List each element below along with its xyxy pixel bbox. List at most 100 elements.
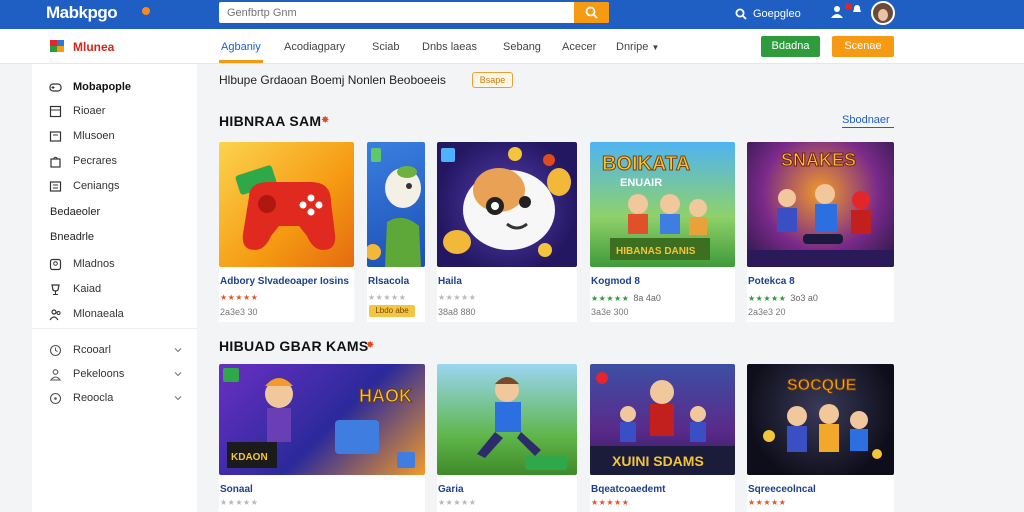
game-thumbnail[interactable] xyxy=(437,364,577,475)
user-alert-icon[interactable] xyxy=(830,5,844,19)
orange-button[interactable]: Scenae xyxy=(832,36,894,57)
chevron-down-icon[interactable] xyxy=(174,394,182,402)
star-rating: ★★★★★ xyxy=(438,498,476,507)
search-icon xyxy=(735,8,747,20)
sidebar-divider xyxy=(32,328,197,329)
download-count: 38a8 880 xyxy=(438,307,476,317)
nav-item-7[interactable]: Dnripe ▼ xyxy=(616,41,659,53)
game-thumbnail[interactable] xyxy=(219,142,354,267)
game-title[interactable]: Potekca 8 xyxy=(748,276,795,287)
site-logo[interactable]: Mabkpgo xyxy=(46,3,118,23)
list-icon xyxy=(49,180,62,192)
rating-count: 8a 4a0 xyxy=(633,293,661,303)
sidebar-item-7[interactable]: Kaiad xyxy=(49,281,101,297)
avatar[interactable] xyxy=(871,1,895,25)
tag-badge: Lbdo abe xyxy=(369,305,415,317)
game-card[interactable]: SNAKES Potekca 8 ★★★★★ 3o3 a0 2a3e3 20 xyxy=(747,142,894,322)
svg-text:ENUAIR: ENUAIR xyxy=(620,177,662,189)
game-thumbnail[interactable]: BOIKATA ENUAIR HIBANAS DANIS xyxy=(590,142,735,267)
top-link-group[interactable]: Goepgleo xyxy=(735,5,801,23)
sidebar-item-4[interactable]: Pecrares xyxy=(49,153,117,169)
game-title[interactable]: Rlsacola xyxy=(368,276,409,287)
game-thumbnail[interactable]: SOCQUE xyxy=(747,364,894,475)
game-title[interactable]: Garia xyxy=(438,484,464,495)
sidebar-item-11[interactable]: Reoocla xyxy=(49,390,113,406)
game-card[interactable]: SOCQUE Sqreeceolncal ★★★★★ xyxy=(747,364,894,512)
flame-icon: ✸ xyxy=(321,115,330,126)
game-card[interactable]: HAOK KDAON Sonaal ★★★★★ xyxy=(219,364,425,512)
sidebar-item-10[interactable]: Pekeloons xyxy=(49,366,124,382)
stars: ★★★★★ xyxy=(368,293,407,302)
folder-icon xyxy=(49,130,62,142)
stars: ★★★★★ xyxy=(438,293,477,302)
sidebar-heading-2[interactable]: Bneadrle xyxy=(50,231,94,243)
sidebar-item-label: Pekeloons xyxy=(73,368,125,380)
chevron-down-icon[interactable] xyxy=(174,370,182,378)
stars: ★★★★★ xyxy=(591,498,630,507)
game-card[interactable]: XUINI SDAMS Bqeatcoaedemt ★★★★★ xyxy=(590,364,735,512)
download-count: 2a3e3 20 xyxy=(748,307,786,317)
chevron-down-icon: ▼ xyxy=(651,43,660,52)
game-thumbnail[interactable] xyxy=(437,142,577,267)
filter-bar[interactable]: Hlbupe Grdaoan Boemj Nonlen Beoboeeis xyxy=(219,73,446,87)
sidebar-item-6[interactable]: Mladnos xyxy=(49,256,115,272)
user-icon xyxy=(49,368,62,381)
filter-tag[interactable]: Bsape xyxy=(472,72,513,88)
chevron-down-icon[interactable] xyxy=(174,346,182,354)
nav-item-2[interactable]: Acodiagpary xyxy=(284,41,345,53)
battle-scene-icon: SNAKES xyxy=(747,150,894,267)
brand-name[interactable]: Mlunea xyxy=(73,40,114,54)
trophy-icon xyxy=(51,283,60,295)
game-card[interactable]: BOIKATA ENUAIR HIBANAS DANIS Kogmod 8 ★★… xyxy=(590,142,735,322)
grid-icon xyxy=(49,105,62,117)
search-button[interactable] xyxy=(574,2,609,23)
game-title[interactable]: Haila xyxy=(438,276,462,287)
game-title[interactable]: Adbory Slvadeoaper Iosins xyxy=(220,276,349,287)
green-button[interactable]: Bdadna xyxy=(761,36,820,57)
bell-icon[interactable] xyxy=(852,4,862,14)
game-title[interactable]: Sonaal xyxy=(220,484,253,495)
nav-item-3[interactable]: Sciab xyxy=(372,41,400,53)
sidebar-item-8[interactable]: Mlonaeala xyxy=(49,306,124,322)
download-count: 3a3e 300 xyxy=(591,307,629,317)
sidebar: Mobapople Rioaer Mlusoen Pecrares Cenian… xyxy=(32,64,197,512)
game-title[interactable]: Bqeatcoaedemt xyxy=(591,484,665,495)
search-icon xyxy=(585,6,598,19)
sidebar-item-9[interactable]: Rcooarl xyxy=(49,342,111,358)
nav-item-4[interactable]: Dnbs laeas xyxy=(422,41,477,53)
game-thumbnail[interactable] xyxy=(367,142,425,267)
stars: ★★★★★ xyxy=(220,498,259,507)
game-title[interactable]: Sqreeceolncal xyxy=(748,484,816,495)
game-card[interactable]: Adbory Slvadeoaper Iosins ★★★★★ 2a3e3 30 xyxy=(219,142,354,322)
sidebar-item-5[interactable]: Ceniangs xyxy=(49,178,119,194)
person-icon xyxy=(49,258,62,270)
game-card[interactable]: Rlsacola ★★★★★ Lbdo abe xyxy=(367,142,425,322)
nav-item-1[interactable]: Agbaniy xyxy=(221,41,261,53)
game-card[interactable]: Garia ★★★★★ xyxy=(437,364,577,512)
clock-icon xyxy=(49,344,62,356)
svg-text:KDAON: KDAON xyxy=(231,452,268,463)
top-link[interactable]: Goepgleo xyxy=(753,8,801,20)
rating-count: 3o3 a0 xyxy=(790,293,818,303)
people-icon xyxy=(49,308,61,320)
sidebar-item-1[interactable]: Mobapople xyxy=(49,79,131,95)
sidebar-item-label: Pecrares xyxy=(73,155,118,167)
mascot-icon xyxy=(441,147,571,257)
sidebar-heading-1[interactable]: Bedaeoler xyxy=(50,206,100,218)
nav-item-6[interactable]: Acecer xyxy=(562,41,596,53)
sidebar-item-3[interactable]: Mlusoen xyxy=(49,128,115,144)
sidebar-item-label: Mobapople xyxy=(73,81,132,93)
sidebar-item-label: Kaiad xyxy=(73,283,102,295)
brand-icon xyxy=(50,40,64,52)
game-thumbnail[interactable]: XUINI SDAMS xyxy=(590,364,735,475)
game-thumbnail[interactable]: SNAKES xyxy=(747,142,894,267)
see-all-link[interactable]: Sbodnaer xyxy=(842,114,890,126)
search-input[interactable] xyxy=(219,2,574,23)
game-card[interactable]: Haila ★★★★★ 38a8 880 xyxy=(437,142,577,322)
game-title[interactable]: Kogmod 8 xyxy=(591,276,640,287)
sidebar-item-2[interactable]: Rioaer xyxy=(49,103,105,119)
game-thumbnail[interactable]: HAOK KDAON xyxy=(219,364,425,475)
controller-icon xyxy=(235,165,336,250)
nav-item-5[interactable]: Sebang xyxy=(503,41,541,53)
kids-characters-icon: BOIKATA ENUAIR HIBANAS DANIS xyxy=(602,153,710,260)
